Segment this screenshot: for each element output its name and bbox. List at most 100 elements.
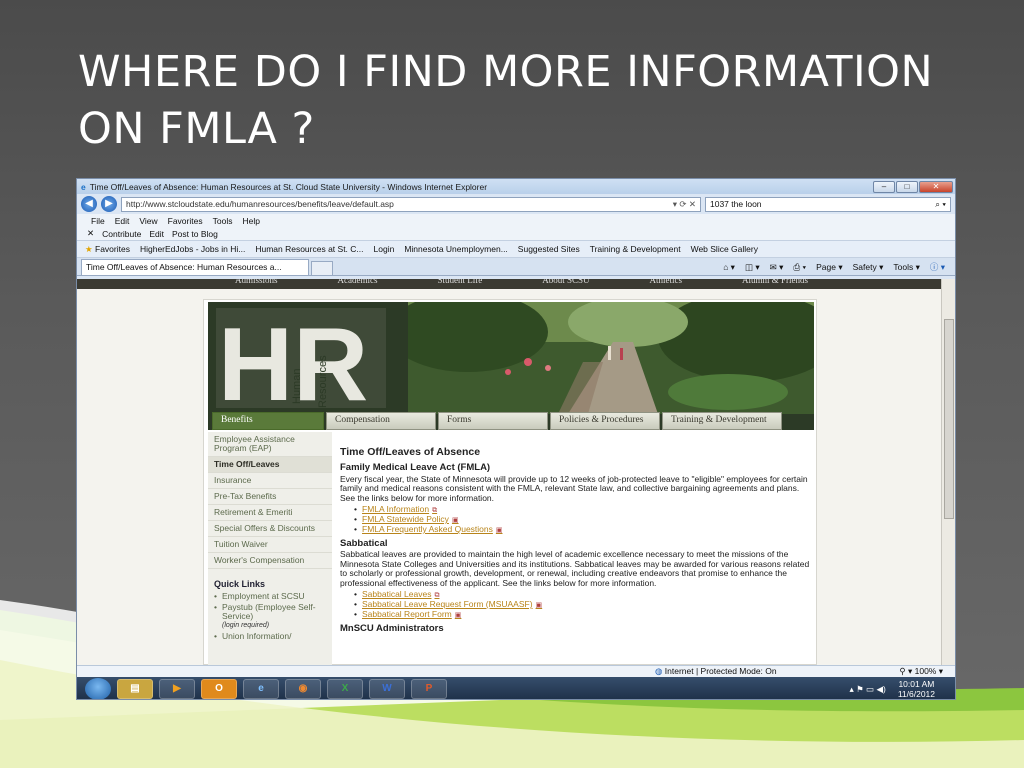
quick-links-title: Quick Links	[214, 579, 266, 589]
quick-link-union[interactable]: Union Information/	[208, 631, 332, 642]
section-tabs: Benefits Compensation Forms Policies & P…	[212, 412, 782, 430]
tab-training[interactable]: Training & Development	[662, 412, 782, 430]
back-button[interactable]: ◀	[81, 196, 97, 212]
close-toolbar-icon[interactable]: ✕	[87, 228, 94, 239]
address-bar[interactable]: http://www.stcloudstate.edu/humanresourc…	[121, 196, 701, 212]
fav-login[interactable]: Login	[374, 244, 395, 254]
pdf-icon: ▣	[535, 602, 543, 610]
menu-edit[interactable]: Edit	[115, 216, 130, 226]
contribute-button[interactable]: Contribute	[102, 229, 141, 239]
tab-forms[interactable]: Forms	[438, 412, 548, 430]
new-tab-button[interactable]	[311, 261, 333, 275]
menu-view[interactable]: View	[139, 216, 157, 226]
word-icon[interactable]: W	[369, 679, 405, 699]
nav-athletics[interactable]: Athletics	[650, 279, 683, 287]
fav-suggested-sites[interactable]: Suggested Sites	[518, 244, 580, 254]
address-controls-icon[interactable]: ▾ ⟳ ✕	[673, 199, 700, 210]
minimize-button[interactable]: –	[873, 180, 895, 193]
tab-compensation[interactable]: Compensation	[326, 412, 436, 430]
ie-icon[interactable]: e	[243, 679, 279, 699]
excel-icon[interactable]: X	[327, 679, 363, 699]
menu-bar: File Edit View Favorites Tools Help	[77, 214, 955, 227]
browser-tab[interactable]: Time Off/Leaves of Absence: Human Resour…	[81, 259, 309, 275]
print-icon[interactable]: ⎙ ▾	[793, 262, 806, 273]
scrollbar-thumb[interactable]	[944, 319, 954, 519]
site-top-nav: Admissions Academics Student Life About …	[77, 279, 943, 289]
pdf-icon: ▣	[451, 517, 459, 525]
nav-alumni[interactable]: Alumni & Friends	[742, 279, 808, 287]
media-icon[interactable]: ▶	[159, 679, 195, 699]
tray-icons[interactable]: ▴ ⚑ ▭ ◀)	[849, 684, 885, 694]
slide-title-line2: ON FMLA ?	[78, 104, 315, 154]
edit-button[interactable]: Edit	[149, 229, 164, 239]
menu-tools[interactable]: Tools	[213, 216, 233, 226]
link-fmla-faq[interactable]: FMLA Frequently Asked Questions▣	[354, 525, 810, 535]
pdf-icon: ▣	[495, 527, 503, 535]
sidebar-item-eap[interactable]: Employee Assistance Program (EAP)	[208, 432, 332, 457]
close-button[interactable]: ✕	[919, 180, 953, 193]
fav-web-slice-gallery[interactable]: Web Slice Gallery	[691, 244, 758, 254]
link-sabbatical-report[interactable]: Sabbatical Report Form▣	[354, 610, 810, 620]
mail-icon[interactable]: ✉ ▾	[770, 262, 784, 273]
security-zone[interactable]: ◍ Internet | Protected Mode: On	[655, 666, 777, 677]
svg-text:Resources: Resources	[317, 355, 329, 408]
nav-student-life[interactable]: Student Life	[438, 279, 483, 287]
clock[interactable]: 10:01 AM 11/6/2012	[898, 679, 935, 699]
address-row: ◀ ▶ http://www.stcloudstate.edu/humanres…	[77, 194, 955, 214]
fmla-links: FMLA Information⧉ FMLA Statewide Policy▣…	[340, 505, 810, 535]
page-menu[interactable]: Page ▾	[816, 262, 843, 273]
menu-help[interactable]: Help	[242, 216, 259, 226]
maximize-button[interactable]: □	[896, 180, 918, 193]
zoom-level[interactable]: ⚲ ▾ 100% ▾	[899, 666, 955, 677]
sidebar-item-special-offers[interactable]: Special Offers & Discounts	[208, 521, 332, 537]
tab-policies[interactable]: Policies & Procedures	[550, 412, 660, 430]
powerpoint-icon[interactable]: P	[411, 679, 447, 699]
sabbatical-links: Sabbatical Leaves⧉ Sabbatical Leave Requ…	[340, 590, 810, 620]
sidebar-item-time-off[interactable]: Time Off/Leaves	[208, 457, 332, 473]
safety-menu[interactable]: Safety ▾	[853, 262, 884, 273]
nav-admissions[interactable]: Admissions	[235, 279, 278, 287]
fav-minnesota-unemployment[interactable]: Minnesota Unemploymen...	[404, 244, 507, 254]
sidebar-item-insurance[interactable]: Insurance	[208, 473, 332, 489]
feeds-icon[interactable]: ◫ ▾	[745, 262, 760, 273]
sidebar-item-workers-comp[interactable]: Worker's Compensation	[208, 553, 332, 569]
post-to-blog-button[interactable]: Post to Blog	[172, 229, 218, 239]
tab-benefits[interactable]: Benefits	[212, 412, 324, 430]
search-icon[interactable]: ⌕ ▾	[935, 199, 950, 210]
globe-icon: ◍	[655, 666, 663, 676]
home-icon[interactable]: ⌂ ▾	[723, 262, 735, 273]
quick-link-paystub[interactable]: Paystub (Employee Self-Service) (login r…	[208, 602, 332, 631]
fav-training-development[interactable]: Training & Development	[590, 244, 681, 254]
fav-human-resources[interactable]: Human Resources at St. C...	[255, 244, 363, 254]
hr-logo: HR Human Resources	[216, 308, 386, 408]
forward-button[interactable]: ▶	[101, 196, 117, 212]
svg-text:Human: Human	[291, 369, 303, 404]
outlook-icon[interactable]: O	[201, 679, 237, 699]
sabbatical-text: Sabbatical leaves are provided to mainta…	[340, 549, 810, 588]
search-value: 1037 the loon	[710, 199, 762, 209]
quick-link-employment[interactable]: Employment at SCSU	[208, 591, 332, 602]
external-link-icon: ⧉	[432, 507, 438, 515]
start-button[interactable]	[85, 678, 111, 699]
mnscu-heading: MnSCU Administrators	[340, 623, 444, 635]
nav-about-scsu[interactable]: About SCSU	[542, 279, 589, 287]
menu-file[interactable]: File	[91, 216, 105, 226]
favorites-button[interactable]: ★ Favorites	[85, 244, 130, 255]
sidebar-item-tuition[interactable]: Tuition Waiver	[208, 537, 332, 553]
vertical-scrollbar[interactable]	[941, 279, 955, 665]
pdf-icon: ▣	[454, 612, 462, 620]
help-icon[interactable]: ⓘ ▾	[930, 261, 945, 273]
firefox-icon[interactable]: ◉	[285, 679, 321, 699]
sidebar-item-retirement[interactable]: Retirement & Emeriti	[208, 505, 332, 521]
main-content: Time Off/Leaves of Absence Family Medica…	[340, 447, 810, 635]
fav-higheredjobs[interactable]: HigherEdJobs - Jobs in Hi...	[140, 244, 245, 254]
login-note: (login required)	[222, 622, 270, 629]
slide-title-line1: WHERE DO I FIND MORE INFORMATION	[78, 47, 934, 97]
explorer-icon[interactable]: ▤	[117, 679, 153, 699]
search-input[interactable]: 1037 the loon ⌕ ▾	[705, 196, 951, 212]
sidebar-item-pretax[interactable]: Pre-Tax Benefits	[208, 489, 332, 505]
nav-academics[interactable]: Academics	[338, 279, 378, 287]
tools-menu[interactable]: Tools ▾	[893, 262, 919, 273]
menu-favorites[interactable]: Favorites	[168, 216, 203, 226]
ie-icon: e	[81, 181, 86, 192]
